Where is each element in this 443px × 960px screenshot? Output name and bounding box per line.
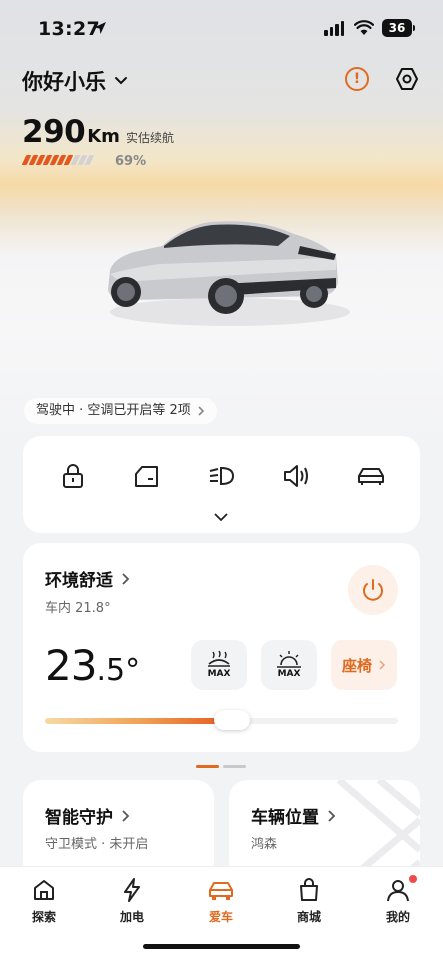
car-icon [209,882,233,900]
max-rear-label: MAX [277,669,301,679]
tab-shop[interactable]: 商城 [279,875,339,925]
tab-shop-label: 商城 [296,910,321,924]
lock-icon[interactable] [58,462,88,490]
temp-unit: ° [125,653,141,688]
settings-hex-icon[interactable] [394,66,420,92]
map-background [336,780,420,880]
smart-guard-card[interactable]: 智能守护 守卫模式 · 未开启 [23,780,214,880]
tab-charge-label: 加电 [119,910,144,924]
tab-profile-label: 我的 [385,910,410,924]
notification-dot [409,875,417,883]
chevron-right-icon [328,809,336,822]
comfort-title-text: 环境舒适 [45,571,113,591]
tab-explore-label: 探索 [31,910,56,924]
target-temperature: 23 .5 ° [45,641,140,690]
greeting-selector[interactable]: 你好小乐 [22,66,128,96]
location-title: 车辆位置 [251,803,336,828]
max-defrost-front-button[interactable]: MAX [191,640,247,690]
range-unit: Km [87,126,120,147]
bag-icon [300,878,318,901]
ac-power-button[interactable] [348,565,398,615]
chevron-right-icon [122,572,130,585]
expand-chevron-icon[interactable] [212,511,230,523]
comfort-card: 环境舒适 车内 21.8° 23 .5 ° MAX MAX 座椅 [23,543,420,752]
range-level-bar [21,155,95,165]
drive-status-text: 驾驶中 · 空调已开启等 2项 [36,403,191,418]
tab-charge[interactable]: 加电 [102,875,162,925]
temp-decimal: .5 [96,653,126,688]
slider-knob[interactable] [214,710,251,730]
location-arrow-icon [94,22,106,34]
headlight-icon[interactable] [207,462,237,490]
location-title-text: 车辆位置 [251,808,319,828]
page-indicator [196,765,246,768]
tab-my-car-label: 爱车 [208,910,233,924]
status-bar: 13:27 36 [0,0,443,58]
cell-signal-icon [324,21,344,36]
home-indicator [143,944,300,949]
wifi-icon [354,20,374,35]
trunk-icon[interactable] [132,462,162,490]
tab-my-car[interactable]: 爱车 [191,875,251,925]
home-icon [34,880,54,900]
range-label: 实估续航 [125,131,174,145]
car-image [108,221,350,326]
battery-tip [413,25,415,31]
tab-profile[interactable]: 我的 [368,875,428,925]
chevron-right-icon [379,660,386,670]
alert-circle-icon[interactable]: ! [345,67,369,91]
slider-fill [45,718,233,724]
range-value: 290 [22,114,86,150]
person-icon [387,880,409,902]
seat-button[interactable]: 座椅 [331,640,397,690]
drive-status-pill[interactable]: 驾驶中 · 空调已开启等 2项 [24,398,217,424]
horn-icon[interactable] [281,462,311,490]
guard-subtitle: 守卫模式 · 未开启 [45,837,149,852]
tab-explore[interactable]: 探索 [14,875,74,925]
temp-integer: 23 [45,641,97,690]
temperature-slider[interactable] [45,710,398,730]
seat-label: 座椅 [341,656,372,675]
battery-indicator: 36 [382,19,412,37]
chevron-right-icon [198,406,204,416]
guard-title-text: 智能守护 [45,808,113,828]
range-percent: 69% [115,154,147,169]
comfort-title[interactable]: 环境舒适 [45,566,130,591]
chevron-down-icon [115,77,127,85]
guard-title: 智能守护 [45,803,130,828]
range-display: 290 Km 实估续航 [22,114,174,150]
power-icon [363,579,383,601]
car-body-icon[interactable] [356,462,386,490]
chevron-right-icon [122,809,130,822]
quick-controls-card [23,436,420,533]
inside-temperature: 车内 21.8° [45,601,111,616]
status-time: 13:27 [38,18,100,40]
location-subtitle: 鸿森 [251,837,278,852]
lightning-icon [124,878,140,902]
max-front-label: MAX [207,669,231,679]
greeting-text: 你好小乐 [22,70,106,94]
max-defrost-rear-button[interactable]: MAX [261,640,317,690]
vehicle-location-card[interactable]: 车辆位置 鸿森 [229,780,420,880]
